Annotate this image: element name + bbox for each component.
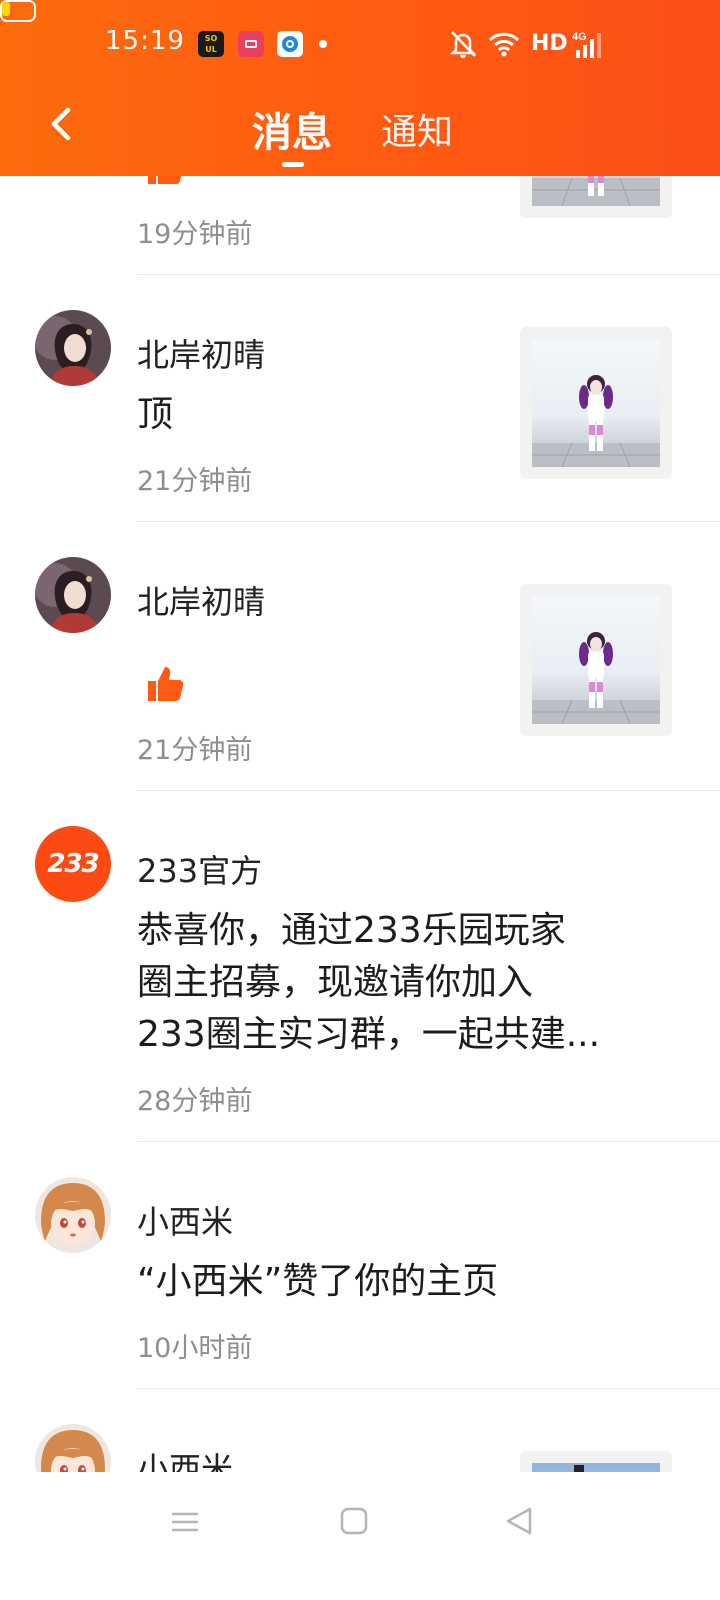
app-header: 15:19 SO UL HD 4G 消息 通知 (0, 0, 720, 176)
message-time: 21分钟前 (137, 466, 253, 497)
post-thumbnail[interactable] (520, 1451, 672, 1472)
soul-app-text: SO UL (204, 34, 218, 54)
cell-signal-icon: 4G (572, 31, 601, 58)
message-item[interactable]: 233 233官方 恭喜你，通过233乐园玩家 圈主招募，现邀请你加入 233圈… (0, 791, 720, 1142)
soul-app-icon: SO UL (198, 31, 224, 57)
message-list[interactable]: 19分钟前 北岸初晴 顶 21分钟前 北岸初晴 21分钟前 233 233官方 … (0, 0, 720, 1472)
message-time: 10小时前 (137, 1333, 253, 1364)
message-content: 恭喜你，通过233乐园玩家 圈主招募，现邀请你加入 233圈主实习群，一起共建.… (137, 905, 637, 1061)
message-item[interactable]: 小西米 “小西米”赞了你的主页 10小时前 (0, 1142, 720, 1389)
home-icon[interactable] (338, 1505, 370, 1537)
battery-icon (0, 0, 36, 22)
anime-girl-avatar-icon (35, 1177, 111, 1253)
sender-name[interactable]: 小西米 (137, 1197, 233, 1243)
message-line: 圈主招募，现邀请你加入 (137, 962, 534, 1003)
system-nav-bar (0, 1472, 720, 1600)
post-thumbnail[interactable] (520, 584, 672, 736)
message-item[interactable]: 小西米 (0, 1389, 720, 1472)
message-content: 顶 (137, 394, 174, 435)
sender-name[interactable]: 233官方 (137, 846, 262, 892)
girl-avatar-icon (35, 557, 111, 633)
official-avatar-text: 233 (47, 849, 99, 879)
message-line: 233圈主实习群，一起共建... (137, 1014, 601, 1055)
like-icon (148, 667, 184, 701)
menu-icon[interactable] (169, 1506, 201, 1538)
sender-name[interactable]: 北岸初晴 (137, 330, 265, 376)
message-content: “小西米”赞了你的主页 (137, 1261, 499, 1302)
post-thumbnail[interactable] (520, 327, 672, 479)
message-time: 19分钟前 (137, 219, 253, 250)
girl-avatar-icon (35, 310, 111, 386)
avatar[interactable] (35, 310, 111, 386)
active-tab-indicator (282, 162, 304, 167)
tab-messages[interactable]: 消息 (252, 100, 332, 158)
back-arrow-icon[interactable] (38, 100, 86, 148)
app-notification-icon (277, 31, 303, 57)
scene-icon (574, 1465, 584, 1472)
sender-name[interactable]: 小西米 (137, 1444, 233, 1472)
avatar[interactable] (35, 557, 111, 633)
message-time: 21分钟前 (137, 735, 253, 766)
tab-notifications[interactable]: 通知 (381, 103, 453, 155)
character-figure (532, 632, 660, 724)
status-time: 15:19 (105, 26, 185, 56)
mute-icon (449, 31, 477, 58)
screen-record-icon (238, 31, 264, 57)
sender-name[interactable]: 北岸初晴 (137, 577, 265, 623)
back-triangle-icon[interactable] (503, 1505, 535, 1537)
wifi-icon (488, 32, 520, 57)
anime-girl-avatar-icon (35, 1424, 111, 1472)
official-avatar[interactable]: 233 (35, 826, 111, 902)
message-item[interactable]: 北岸初晴 21分钟前 (0, 522, 720, 791)
top-nav: 消息 通知 (0, 90, 720, 176)
network-type-label: HD (531, 31, 568, 56)
avatar[interactable] (35, 1424, 111, 1472)
cell-type-label: 4G (572, 31, 587, 43)
status-bar: 15:19 SO UL HD 4G (0, 0, 720, 90)
message-item[interactable]: 北岸初晴 顶 21分钟前 (0, 275, 720, 522)
message-time: 28分钟前 (137, 1086, 253, 1117)
more-notifications-dot (319, 40, 327, 48)
message-line: 恭喜你，通过233乐园玩家 (137, 910, 566, 951)
avatar[interactable] (35, 1177, 111, 1253)
character-figure (532, 375, 660, 467)
